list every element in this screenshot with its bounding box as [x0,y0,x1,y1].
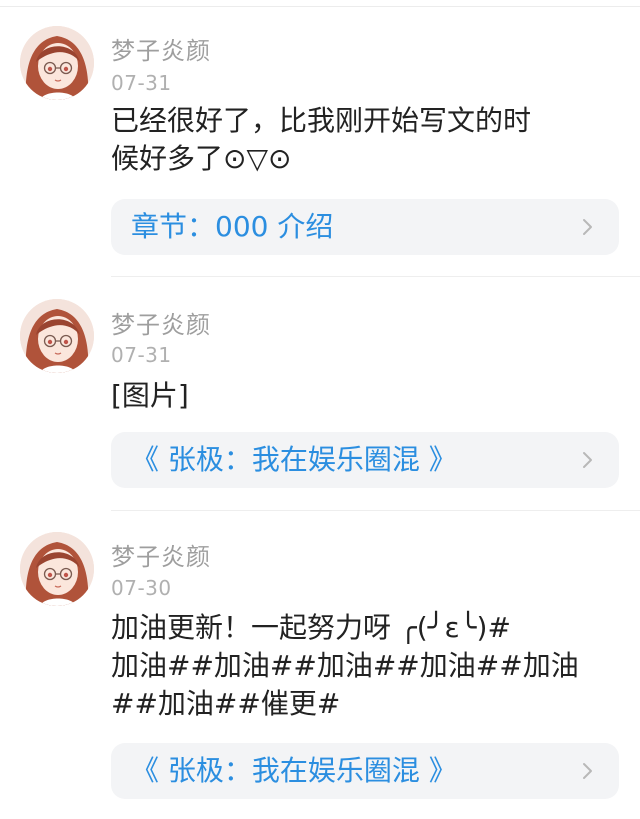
avatar-anime-girl-icon[interactable] [20,26,94,100]
book-link-card[interactable]: 《 张极：我在娱乐圈混 》 [111,432,619,488]
book-link-text: 《 张极：我在娱乐圈混 》 [131,443,457,476]
comment-line: ##加油##催更# [111,687,341,720]
username[interactable]: 梦子炎颜 [111,31,211,66]
comment-date: 07-31 [111,343,172,367]
book-link-card[interactable]: 《 张极：我在娱乐圈混 》 [111,743,619,799]
divider [111,276,640,277]
comment-line: 候好多了⊙▽⊙ [111,142,292,175]
comment-text: 加油更新！一起努力呀 ╭(╯ε╰)# 加油##加油##加油##加油##加油 ##… [111,609,611,723]
comment-line: [图片] [111,379,189,412]
comment-line: 已经很好了，比我刚开始写文的时 [111,104,532,137]
chevron-right-icon [577,450,597,470]
comment-line: 加油##加油##加油##加油##加油 [111,649,579,682]
comment-date: 07-31 [111,71,172,95]
chevron-right-icon [577,217,597,237]
comment-date: 07-30 [111,576,172,600]
chevron-right-icon [577,761,597,781]
comment-text: [图片] [111,377,611,415]
previous-card-edge [0,0,640,7]
chapter-link-card[interactable]: 章节：000 介绍 [111,199,619,255]
comment-line: 加油更新！一起努力呀 ╭(╯ε╰)# [111,611,511,644]
username[interactable]: 梦子炎颜 [111,537,211,572]
comment-text: 已经很好了，比我刚开始写文的时 候好多了⊙▽⊙ [111,102,611,178]
divider [111,510,640,511]
book-link-text: 《 张极：我在娱乐圈混 》 [131,754,457,787]
avatar-anime-girl-icon[interactable] [20,299,94,373]
chapter-link-text: 章节：000 介绍 [131,210,334,243]
avatar-anime-girl-icon[interactable] [20,532,94,606]
username[interactable]: 梦子炎颜 [111,305,211,340]
